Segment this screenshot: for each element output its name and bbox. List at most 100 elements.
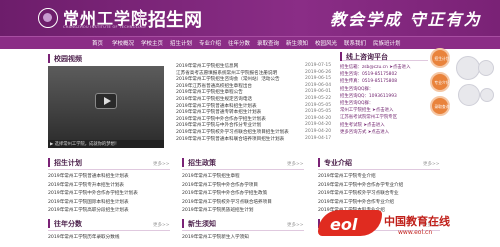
panel-item[interactable]: 2019年常州工学院中外合作办学项目 <box>182 182 304 188</box>
panel-divider <box>318 169 440 170</box>
robot-mascot-1 <box>456 56 480 80</box>
watermark-name: 中国教育在线 <box>384 215 450 228</box>
consult-line[interactable]: 招生咨询：0519-85175802 <box>340 71 397 77</box>
panel-title-mark <box>48 158 50 167</box>
panel-title: 新生须知 <box>188 220 216 228</box>
consult-line[interactable]: 常州工学院招生 ➤点击进入 <box>340 107 393 113</box>
main-nav: 首页 学校概况 学校主页 招生计划 专业介绍 往年分数 录取查询 新生须知 校园… <box>0 36 500 49</box>
watermark-url: www.eol.cn <box>398 229 433 236</box>
news-date: 2019-06-15 <box>305 76 332 82</box>
panel-item[interactable]: 2019年常州工学院中外合作办学专业介绍 <box>318 182 440 188</box>
news-date: 2019-04-20 <box>305 115 332 121</box>
news-item[interactable]: 2019年常州工学院中外合作办学招生计划表 <box>176 116 302 122</box>
panel-item[interactable]: 2019年常州工学院专升本招生计划表 <box>48 182 170 188</box>
news-item[interactable]: 2019年常州工学院与中外合作分专业计划 <box>176 122 302 128</box>
news-item[interactable]: 2019年常州工学院招生信息网 <box>176 63 302 69</box>
panel-item[interactable]: 2019年常州工学院历年录取分数线 <box>48 234 170 240</box>
robot-mascot-3 <box>458 84 480 106</box>
news-item[interactable]: 2019年常州工学院普通专转本招生计划表 <box>176 109 302 115</box>
panel-title: 专业介绍 <box>324 159 352 167</box>
nav-item-majors[interactable]: 专业介绍 <box>199 39 221 47</box>
panel-divider <box>182 169 304 170</box>
panel-title-mark <box>182 219 184 228</box>
news-date: 2019-04-20 <box>305 122 332 128</box>
panel-title-mark <box>182 158 184 167</box>
panel-item[interactable]: 2019年常州工学院专业介绍 <box>318 173 440 179</box>
news-date: 2019-05-05 <box>305 109 332 115</box>
panel-item[interactable]: 2019年常州工学院中外合作办学招生计划表 <box>48 190 170 196</box>
side-query-label: 录取查询 <box>434 104 450 109</box>
nav-item-plan[interactable]: 招生计划 <box>170 39 192 47</box>
panel-item[interactable]: 2019年常州工学院校外学习点联合培养项目 <box>182 199 304 205</box>
panel-item[interactable]: 2019年常州工学院民族班招生计划 <box>182 207 304 213</box>
panel-item[interactable]: 2019年常州工学院高职分段招生计划表 <box>48 207 170 213</box>
panel-divider <box>48 230 170 231</box>
news-item[interactable]: 2019年常州工学院招生咨询会（常州站）活动公告 <box>176 76 302 82</box>
news-date: 2019-04-20 <box>305 129 332 134</box>
nav-item-home[interactable]: 首页 <box>92 39 103 47</box>
news-item[interactable]: 2019年常州工学院普通本科联合培养项目招生计划表 <box>176 136 302 142</box>
nav-item-campus[interactable]: 校园风光 <box>315 39 337 47</box>
panel-item[interactable]: 2019年常州工学院中外合作专业介绍 <box>318 199 440 205</box>
panel-item[interactable]: 2019年常州工学院招生章程 <box>182 173 304 179</box>
consult-line[interactable]: 招生咨询QQ群： <box>340 86 373 92</box>
consult-line[interactable]: 招生咨询QQ群： <box>340 100 373 106</box>
panel-divider <box>182 230 304 231</box>
news-date: 2019-06-26 <box>305 69 332 75</box>
video-title-mark <box>48 54 50 63</box>
panel-item[interactable]: 2019年常州工学院新生入学须知 <box>182 234 304 240</box>
panel-more-link[interactable]: 更多>> <box>287 161 304 167</box>
panel-more-link[interactable]: 更多>> <box>287 222 304 228</box>
robot-mascot-4 <box>480 88 494 102</box>
panel-item[interactable]: 2019年常州工学院普通本科招生计划表 <box>48 173 170 179</box>
news-date: 2019-05-05 <box>305 102 332 108</box>
news-item[interactable]: 2019年江苏省普通高校招生章程出台 <box>176 83 302 89</box>
news-date: 2019-04-17 <box>305 135 332 141</box>
news-date: 2019-05-22 <box>305 96 332 101</box>
consult-line[interactable]: 招生咨询QQ：1093611993 <box>340 93 397 99</box>
panel-item[interactable]: 2019年常州工学院校外学习点联合专业 <box>318 190 440 196</box>
consult-line[interactable]: 江苏省考试院常州工学院专区 <box>340 114 397 120</box>
panel-more-link[interactable]: 更多>> <box>153 161 170 167</box>
panel-more-link[interactable]: 更多>> <box>423 161 440 167</box>
nav-item-contact[interactable]: 联系我们 <box>344 39 366 47</box>
consult-title-mark <box>340 52 342 61</box>
consult-line[interactable]: 招生考试院 ➤点击进入 <box>340 122 385 128</box>
robot-mascot-2 <box>478 60 494 76</box>
panel-divider <box>48 169 170 170</box>
school-name-en: CHANGZHOU INSTITUTE OF TECHNOLOGY <box>63 25 147 29</box>
video-caption: ▶ 选择常州工学院，成就你的梦想！ <box>48 140 164 148</box>
panel-item[interactable]: 2019年常州工学院中外合作办学招生政策 <box>182 190 304 196</box>
news-item[interactable]: 2019年常州工学院招生章程公告 <box>176 89 302 95</box>
nav-item-admission-query[interactable]: 录取查询 <box>257 39 279 47</box>
side-majors-label: 专业介绍 <box>434 80 450 85</box>
consult-line[interactable]: 招生传真：0519-85175808 <box>340 78 397 84</box>
nav-item-scores[interactable]: 往年分数 <box>228 39 250 47</box>
play-icon[interactable] <box>95 93 117 109</box>
news-date: 2019-07-15 <box>305 63 332 68</box>
header-divider <box>140 9 141 27</box>
nav-item-school-home[interactable]: 学校主页 <box>141 39 163 47</box>
consult-line[interactable]: 招生信箱：zsb@czu.cn ➤点击进入 <box>340 64 410 70</box>
nav-item-minority[interactable]: 民族班计划 <box>373 39 401 47</box>
panel-more-link[interactable]: 更多>> <box>153 222 170 228</box>
nav-item-overview[interactable]: 学校概况 <box>112 39 134 47</box>
video-title: 校园视频 <box>54 55 82 63</box>
side-plan-label: 招生计划 <box>434 56 450 61</box>
panel-title: 招生政策 <box>188 159 216 167</box>
panel-item[interactable]: 2019年常州工学院国际本科招生计划表 <box>48 199 170 205</box>
school-logo[interactable] <box>38 8 58 28</box>
site-header: 常州工学院 CHANGZHOU INSTITUTE OF TECHNOLOGY … <box>0 0 500 36</box>
news-item[interactable]: 2019年常州工学院普通本科招生计划表 <box>176 103 302 109</box>
panel-title: 往年分数 <box>54 220 82 228</box>
site-name: 招生网 <box>148 10 202 31</box>
consult-line[interactable]: 更多咨询方式 ➤点击进入 <box>340 129 389 135</box>
news-date: 2019-06-04 <box>305 82 332 88</box>
news-item[interactable]: 2019年常州工学院招生规定咨询电话 <box>176 96 302 102</box>
nav-item-freshman[interactable]: 新生须知 <box>286 39 308 47</box>
news-item[interactable]: 2019年常州工学院校外学习点联合招生项目招生计划表 <box>176 129 302 135</box>
panel-title: 招生计划 <box>54 159 82 167</box>
panel-title-mark <box>48 219 50 228</box>
news-item[interactable]: 江苏省高考志愿填报系统常州工学院报名注册说明 <box>176 70 302 76</box>
panel-title-mark <box>318 158 320 167</box>
